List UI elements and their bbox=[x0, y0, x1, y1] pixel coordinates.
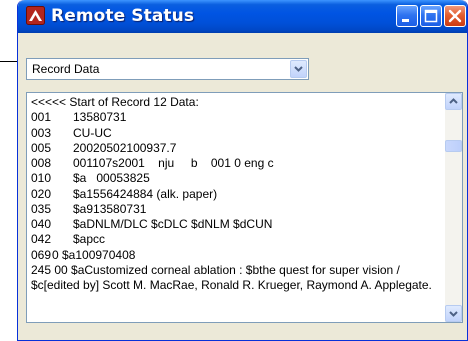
field-value: CU-UC bbox=[73, 125, 112, 140]
scroll-up-button[interactable] bbox=[445, 93, 462, 110]
view-select-value: Record Data bbox=[32, 62, 100, 76]
record-field-line: 005 20020502100937.7 bbox=[31, 141, 439, 156]
maps-remote-icon bbox=[26, 6, 45, 25]
record-field-line: 003 CU-UC bbox=[31, 126, 439, 141]
record-field-line: 010 $a 00053825 bbox=[31, 171, 439, 186]
field-tag: 035 bbox=[31, 201, 52, 216]
record-field-line: 040 $aDNLM/DLC $cDLC $dNLM $dCUN bbox=[31, 217, 439, 232]
window-title: Remote Status bbox=[51, 6, 195, 26]
field-tag: 069 bbox=[31, 247, 52, 262]
record-text: <<<<< Start of Record 12 Data: 001 135807… bbox=[31, 95, 439, 293]
close-icon bbox=[448, 9, 462, 23]
dropdown-arrow-button[interactable] bbox=[290, 60, 307, 78]
field-value: $a100970408 bbox=[62, 247, 136, 262]
field-value: $a1556424884 (alk. paper) bbox=[73, 186, 218, 201]
scroll-up-arrow-icon bbox=[449, 98, 458, 104]
view-select-dropdown[interactable]: Record Data bbox=[26, 58, 309, 80]
record-header-line: <<<<< Start of Record 12 Data: bbox=[31, 95, 199, 109]
field-tag: 005 bbox=[31, 140, 52, 155]
record-data-textarea[interactable]: <<<<< Start of Record 12 Data: 001 135807… bbox=[26, 92, 463, 323]
field-indicator: 0 bbox=[52, 247, 59, 262]
record-field-245: 245 00 $aCustomized corneal ablation : $… bbox=[31, 262, 432, 292]
field-tag: 003 bbox=[31, 125, 52, 140]
field-tag: 020 bbox=[31, 186, 52, 201]
field-tag: 008 bbox=[31, 156, 52, 170]
field-value: 13580731 bbox=[73, 110, 127, 125]
maximize-icon bbox=[424, 9, 438, 23]
vertical-scrollbar[interactable] bbox=[445, 93, 462, 322]
scroll-thumb[interactable] bbox=[445, 140, 462, 152]
maximize-button[interactable] bbox=[420, 5, 442, 27]
record-field-line: 008 001107s2001 nju b 001 0 eng c bbox=[31, 156, 439, 171]
record-field-line: 001 13580731 bbox=[31, 110, 439, 125]
minimize-button[interactable] bbox=[396, 5, 418, 27]
field-value: 001107s2001 nju b 001 0 eng c bbox=[73, 156, 274, 170]
title-bar[interactable]: Remote Status bbox=[18, 0, 467, 33]
field-value: $aDNLM/DLC $cDLC $dNLM $dCUN bbox=[73, 217, 273, 231]
field-tag: 001 bbox=[31, 110, 52, 125]
record-field-line: 020 $a1556424884 (alk. paper) bbox=[31, 187, 439, 202]
field-value: $apcc bbox=[73, 232, 106, 247]
field-tag: 042 bbox=[31, 232, 52, 247]
field-value: 20020502100937.7 bbox=[73, 140, 177, 155]
minimize-icon bbox=[402, 19, 409, 22]
scroll-down-button[interactable] bbox=[445, 305, 462, 322]
field-tag: 010 bbox=[31, 171, 52, 186]
chevron-down-icon bbox=[294, 66, 303, 72]
record-field-line: 042 $apcc bbox=[31, 232, 439, 247]
record-field-line: 0690 $a100970408 bbox=[31, 248, 439, 263]
scroll-down-arrow-icon bbox=[449, 311, 458, 317]
close-button[interactable] bbox=[444, 5, 466, 27]
field-tag: 040 bbox=[31, 217, 52, 231]
remote-status-window: Remote Status Record Data <<<<< Start of… bbox=[17, 0, 468, 341]
field-value: $a913580731 bbox=[73, 201, 147, 216]
window-client-area: Record Data <<<<< Start of Record 12 Dat… bbox=[21, 33, 464, 340]
field-value: $a 00053825 bbox=[73, 171, 150, 186]
record-field-line: 035 $a913580731 bbox=[31, 202, 439, 217]
